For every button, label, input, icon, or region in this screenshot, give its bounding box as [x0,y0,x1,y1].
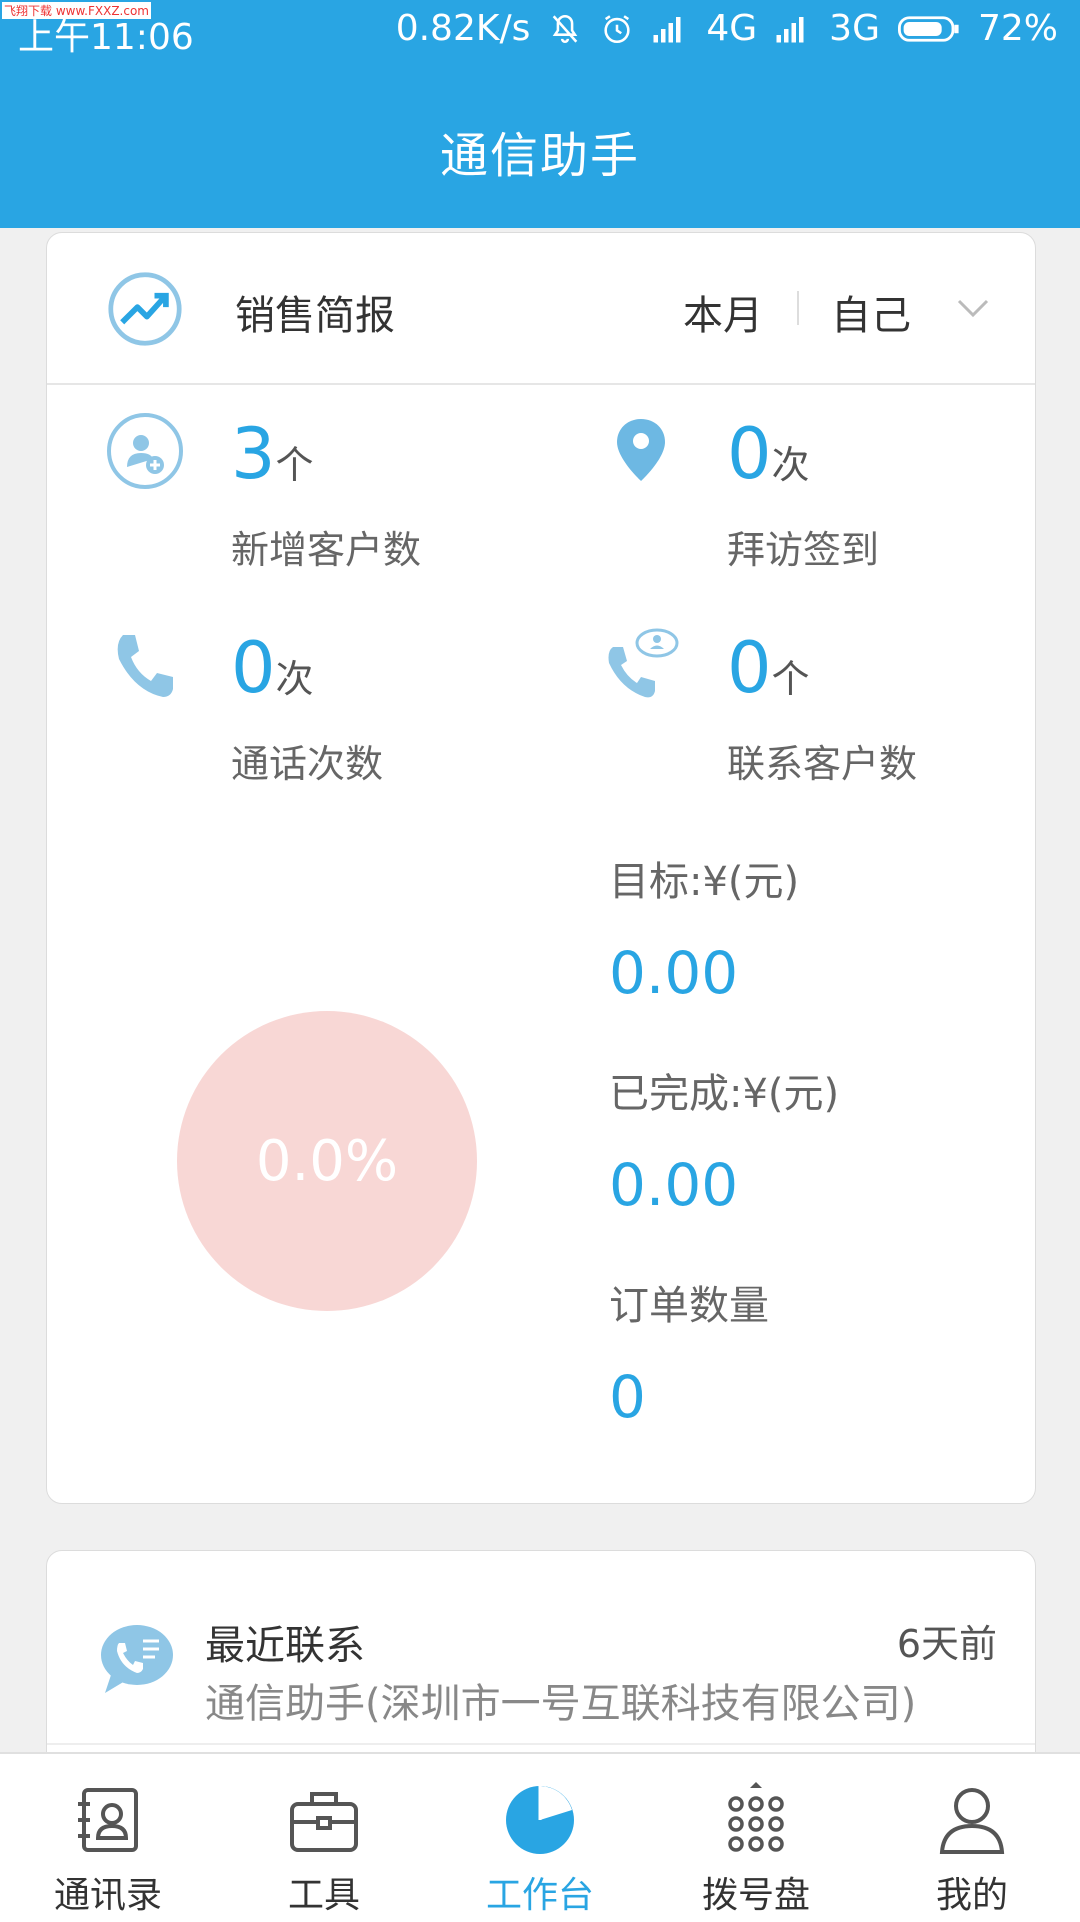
stat-value: 0个 [727,627,810,709]
stat-label: 拜访签到 [727,528,880,572]
location-pin-icon [617,419,665,481]
stat-label: 新增客户数 [231,528,422,572]
alarm-icon [604,14,630,43]
profile-icon [939,1788,1005,1854]
sales-report-title: 销售简报 [235,293,395,339]
battery-icon [897,15,959,42]
tab-profile[interactable]: 我的 [864,1754,1080,1922]
stat-value: 3个 [231,413,314,495]
stat-value: 0次 [231,627,314,709]
orders-label: 订单数量 [609,1283,769,1329]
completion-pie: 0.0% [177,1011,477,1311]
sales-report-card: 销售简报 本月 自己 3个 新增客户数 0次 拜访签到 0次 通话次数 0个 联… [46,232,1036,1504]
completed-label: 已完成:¥(元) [609,1071,840,1117]
completed-value: 0.00 [609,1151,739,1219]
target-value: 0.00 [609,939,739,1007]
signal-icon-2 [776,16,804,42]
stat-contacted-customers[interactable]: 0个 联系客户数 [601,625,1001,805]
mute-bell-icon [553,14,578,43]
tab-tools[interactable]: 工具 [216,1754,432,1922]
stat-label: 联系客户数 [727,742,918,786]
stat-value: 0次 [727,413,810,495]
divider [47,1743,1035,1745]
signal-icon-1 [653,16,681,42]
scope-filter[interactable]: 自己 [831,283,911,341]
bottom-tab-bar: 通讯录 工具 工作台 拨号盘 我的 [0,1752,1080,1922]
tab-workbench[interactable]: 工作台 [432,1754,648,1922]
battery-percent: 72% [977,8,1058,49]
period-filter[interactable]: 本月 [683,283,763,341]
stat-visit-checkin[interactable]: 0次 拜访签到 [601,411,1001,591]
app-header: 通信助手 [0,60,1080,228]
tab-contacts[interactable]: 通讯录 [0,1754,216,1922]
tab-label: 工作台 [485,1875,594,1916]
contacts-icon [78,1788,138,1852]
recent-contact-subtitle: 通信助手(深圳市一号互联科技有限公司) [205,1681,917,1727]
toolbox-icon [290,1792,358,1852]
tab-label: 拨号盘 [701,1875,810,1916]
add-customer-icon [107,413,183,489]
status-right: 0.82K/s 4G 3G 72% [396,8,1058,49]
tab-label: 工具 [287,1875,360,1916]
tab-label: 通讯录 [53,1875,162,1916]
sales-report-header: 销售简报 本月 自己 [47,233,1035,385]
chevron-down-icon[interactable] [953,293,993,323]
contact-call-icon [608,628,679,698]
target-label: 目标:¥(元) [609,859,800,905]
network-type-1: 4G [706,8,758,49]
tab-label: 我的 [935,1875,1008,1916]
network-type-2: 3G [829,8,880,49]
orders-value: 0 [609,1363,646,1431]
filter-divider [797,291,799,325]
stat-new-customers[interactable]: 3个 新增客户数 [105,411,505,591]
dialpad-icon [728,1782,784,1852]
completion-percent: 0.0% [255,1129,399,1194]
phone-icon [117,635,173,697]
trend-chart-icon [108,272,182,346]
recent-contact-time: 6天前 [896,1622,997,1666]
recent-contact-title: 最近联系 [205,1623,365,1669]
status-bar: 飞翔下载 www.FXXZ.com 上午11:06 0.82K/s 4G 3G … [0,0,1080,60]
chat-bubble-phone-icon [101,1625,173,1693]
status-time: 上午11:06 [18,17,194,58]
stat-call-count[interactable]: 0次 通话次数 [105,625,505,805]
stat-label: 通话次数 [231,742,384,786]
net-speed: 0.82K/s [395,8,531,49]
workbench-pie-icon [506,1786,574,1854]
tab-dialpad[interactable]: 拨号盘 [648,1754,864,1922]
page-title: 通信助手 [439,128,640,184]
